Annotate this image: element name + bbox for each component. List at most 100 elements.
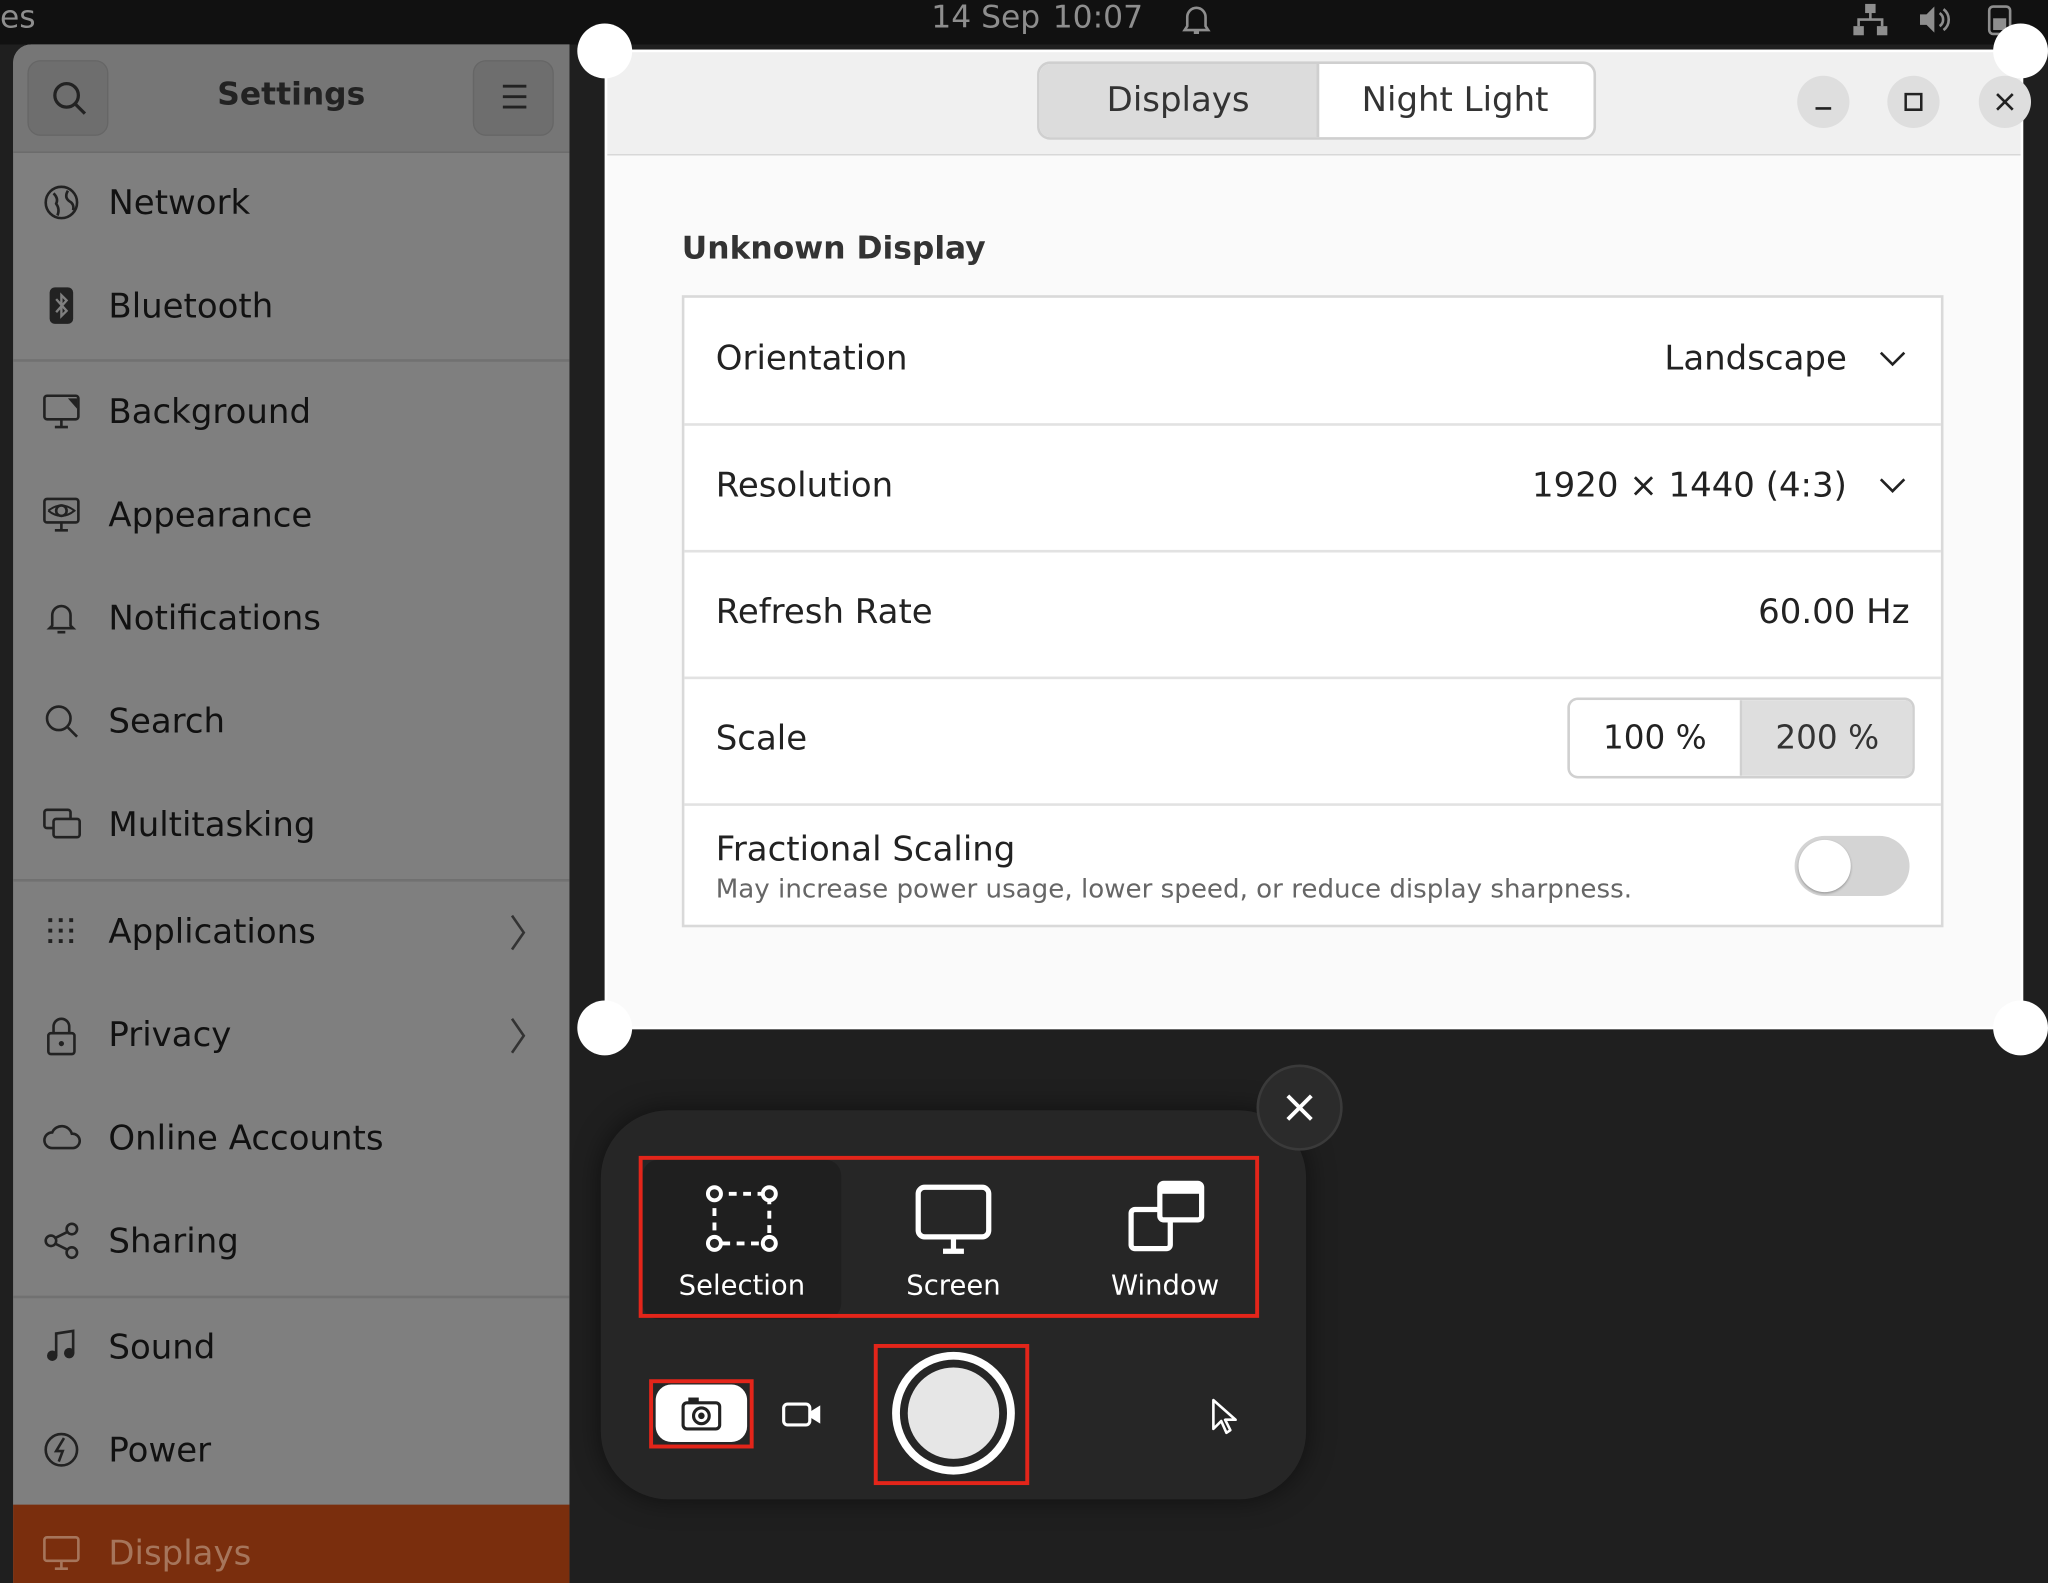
sidebar-item-label: Appearance xyxy=(108,496,313,536)
selection-handle-bottom-left[interactable] xyxy=(577,1000,633,1056)
selection-handle-top-left[interactable] xyxy=(577,23,633,79)
volume-icon[interactable] xyxy=(1917,3,1954,37)
bell-icon xyxy=(42,598,86,642)
sidebar-item-appearance[interactable]: Appearance xyxy=(13,466,569,569)
highlight-screenshot-type xyxy=(649,1379,754,1449)
sidebar-item-sound[interactable]: Sound xyxy=(13,1298,569,1401)
top-bar: es 14 Sep 10:07 xyxy=(0,0,2048,45)
app-menu-fragment[interactable]: es xyxy=(0,0,36,34)
sidebar-item-label: Multitasking xyxy=(108,805,316,846)
scale-row: Scale 100 % 200 % xyxy=(684,678,1941,806)
show-pointer-button[interactable] xyxy=(1194,1390,1251,1447)
sidebar-item-label: Applications xyxy=(108,912,316,953)
sidebar-item-privacy[interactable]: Privacy xyxy=(13,986,569,1089)
sidebar-item-multitasking[interactable]: Multitasking xyxy=(13,776,569,879)
close-window-button[interactable] xyxy=(1978,75,2032,128)
refresh-rate-row: Refresh Rate 60.00 Hz xyxy=(684,551,1941,680)
close-screenshot-button[interactable] xyxy=(1256,1064,1343,1151)
search-button[interactable] xyxy=(27,60,109,136)
bluetooth-icon xyxy=(42,286,86,330)
chevron-right-icon xyxy=(507,912,528,954)
globe-icon xyxy=(42,183,86,227)
resolution-label: Resolution xyxy=(715,466,894,506)
cursor-icon xyxy=(1209,1398,1238,1437)
selection-handle-bottom-right[interactable] xyxy=(1993,1000,2048,1056)
video-camera-icon xyxy=(781,1400,823,1429)
sidebar-item-network[interactable]: Network xyxy=(13,154,569,257)
panel-header: Displays Night Light xyxy=(607,52,2032,156)
appearance-icon xyxy=(42,495,86,539)
background-icon xyxy=(42,392,86,436)
sidebar-item-label: Network xyxy=(108,184,251,224)
display-name: Unknown Display xyxy=(681,229,986,267)
sidebar-item-background[interactable]: Background xyxy=(13,363,569,466)
orientation-value: Landscape xyxy=(1664,339,1847,379)
fractional-scaling-row: Fractional Scaling May increase power us… xyxy=(684,805,1940,930)
highlight-capture-button xyxy=(873,1343,1030,1486)
screenshot-panel: Selection Screen Window xyxy=(600,1110,1307,1500)
sidebar-item-label: Power xyxy=(108,1431,212,1471)
chevron-right-icon xyxy=(507,1015,528,1057)
sidebar-item-search[interactable]: Search xyxy=(13,673,569,776)
sidebar-item-applications[interactable]: Applications xyxy=(13,883,569,986)
search-icon xyxy=(42,701,86,745)
sidebar-item-online-accounts[interactable]: Online Accounts xyxy=(13,1089,569,1192)
maximize-icon xyxy=(1904,92,1923,112)
fractional-scaling-description: May increase power usage, lower speed, o… xyxy=(715,872,1633,904)
sidebar-divider xyxy=(13,879,570,882)
sidebar-item-displays[interactable]: Displays xyxy=(13,1504,570,1583)
selection-handle-top-right[interactable] xyxy=(1993,23,2048,79)
multitasking-icon xyxy=(42,805,86,849)
display-icon xyxy=(42,1533,86,1577)
screencast-type-button[interactable] xyxy=(763,1384,841,1441)
resolution-value: 1920 × 1440 (4:3) xyxy=(1532,466,1847,506)
clock-time[interactable]: 10:07 xyxy=(1053,0,1143,34)
network-icon[interactable] xyxy=(1852,3,1889,37)
bell-icon[interactable] xyxy=(1181,3,1212,37)
scale-selector: 100 % 200 % xyxy=(1567,697,1915,779)
orientation-label: Orientation xyxy=(715,339,908,379)
sidebar-item-bluetooth[interactable]: Bluetooth xyxy=(13,257,569,360)
close-icon xyxy=(1996,93,2014,111)
sidebar-item-sharing[interactable]: Sharing xyxy=(13,1192,569,1295)
minimize-icon xyxy=(1815,107,1832,110)
minimize-button[interactable] xyxy=(1797,75,1850,128)
sidebar-item-label: Search xyxy=(108,702,226,742)
menu-button[interactable] xyxy=(472,60,554,136)
chevron-down-icon xyxy=(1878,350,1907,368)
toggle-knob xyxy=(1798,839,1851,893)
share-icon xyxy=(42,1221,86,1265)
display-settings-list: Orientation Landscape Resolution 1920 × … xyxy=(681,295,1944,930)
chevron-down-icon xyxy=(1878,477,1907,495)
sidebar-item-label: Online Accounts xyxy=(108,1119,384,1159)
tab-night-light[interactable]: Night Light xyxy=(1317,64,1594,137)
sidebar-item-label: Notifications xyxy=(108,599,321,639)
refresh-rate-label: Refresh Rate xyxy=(715,592,933,633)
clock-date[interactable]: 14 Sep xyxy=(931,0,1040,34)
sidebar-item-power[interactable]: Power xyxy=(13,1401,569,1504)
displays-panel: Displays Night Light Unknown Display Ori… xyxy=(604,49,2032,1030)
fractional-scaling-toggle[interactable] xyxy=(1794,835,1910,896)
resolution-row[interactable]: Resolution 1920 × 1440 (4:3) xyxy=(684,424,1941,553)
scale-200-button[interactable]: 200 % xyxy=(1742,700,1913,776)
search-icon xyxy=(53,81,87,115)
settings-sidebar: Settings Network Bluetooth Background Ap… xyxy=(13,44,570,1583)
orientation-row[interactable]: Orientation Landscape xyxy=(684,298,1941,426)
music-note-icon xyxy=(42,1327,86,1371)
maximize-button[interactable] xyxy=(1887,75,1940,128)
power-icon xyxy=(42,1430,86,1474)
close-icon xyxy=(1286,1094,1313,1121)
highlight-modes xyxy=(638,1155,1260,1318)
sidebar-item-label: Displays xyxy=(108,1534,252,1574)
lock-icon xyxy=(42,1015,86,1059)
sidebar-title: Settings xyxy=(217,75,366,113)
grid-icon xyxy=(42,912,86,956)
scale-label: Scale xyxy=(715,719,808,759)
tab-displays[interactable]: Displays xyxy=(1039,63,1320,138)
sidebar-divider xyxy=(13,359,570,362)
sidebar-item-label: Sound xyxy=(108,1328,216,1368)
view-switcher: Displays Night Light xyxy=(1037,61,1597,140)
sidebar-item-notifications[interactable]: Notifications xyxy=(13,569,569,672)
scale-100-button[interactable]: 100 % xyxy=(1569,700,1743,776)
sidebar-item-label: Background xyxy=(108,393,312,433)
